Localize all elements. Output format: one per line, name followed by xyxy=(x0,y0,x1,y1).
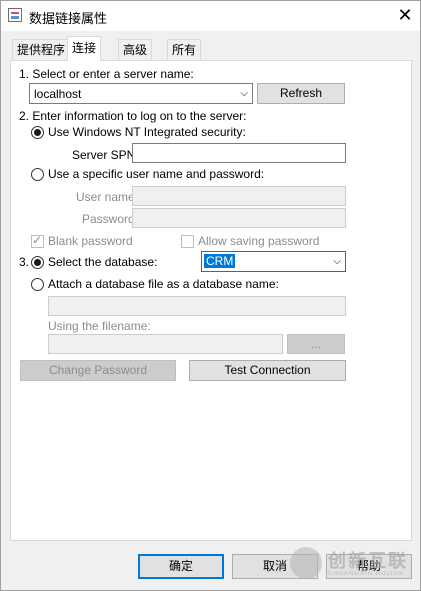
password-label: Password: xyxy=(82,212,139,226)
attach-database-label: Attach a database file as a database nam… xyxy=(48,277,279,291)
tab-connection[interactable]: 连接 xyxy=(67,36,102,61)
blank-password-checkbox[interactable]: ✓ xyxy=(31,233,44,248)
ok-button[interactable]: 确定 xyxy=(138,554,224,579)
step1-label: 1. Select or enter a server name: xyxy=(19,67,194,81)
nt-security-radio[interactable] xyxy=(31,126,44,139)
watermark: 创新互联 CHUANGXIN HULIAN xyxy=(284,541,421,589)
specific-user-label: Use a specific user name and password: xyxy=(48,167,265,181)
title-bar: 数据链接属性 ✕ xyxy=(1,1,420,31)
window-title: 数据链接属性 xyxy=(29,11,108,26)
username-input[interactable] xyxy=(132,186,346,206)
select-database-radio[interactable] xyxy=(31,256,44,269)
using-filename-label: Using the filename: xyxy=(48,319,151,333)
data-link-icon xyxy=(8,8,22,22)
attach-database-input[interactable] xyxy=(48,296,346,316)
database-value: CRM xyxy=(204,254,236,268)
tab-provider[interactable]: 提供程序 xyxy=(12,39,71,60)
tab-advanced[interactable]: 高级 xyxy=(118,39,153,60)
change-password-button[interactable]: Change Password xyxy=(20,360,176,381)
specific-user-radio[interactable] xyxy=(31,168,44,181)
select-database-label: Select the database: xyxy=(48,255,158,269)
refresh-button[interactable]: Refresh xyxy=(257,83,345,104)
test-connection-button[interactable]: Test Connection xyxy=(189,360,346,381)
allow-saving-password-checkbox[interactable] xyxy=(181,235,194,248)
browse-button[interactable]: ... xyxy=(287,334,345,354)
close-button[interactable]: ✕ xyxy=(390,1,420,31)
filename-input[interactable] xyxy=(48,334,283,354)
server-spn-input[interactable] xyxy=(132,143,346,163)
server-name-value: localhost xyxy=(34,87,82,101)
watermark-subtext: CHUANGXIN HULIAN xyxy=(328,571,404,577)
attach-database-radio[interactable] xyxy=(31,278,44,291)
server-spn-label: Server SPN: xyxy=(72,148,139,162)
watermark-text: 创新互联 xyxy=(328,551,408,571)
database-combobox[interactable]: CRM ⌵ xyxy=(201,251,346,272)
chevron-down-icon[interactable]: ⌵ xyxy=(240,88,248,99)
chevron-down-icon[interactable]: ⌵ xyxy=(333,256,341,267)
username-label: User name: xyxy=(76,190,139,204)
dialog-window: 数据链接属性 ✕ 提供程序 连接 高级 所有 1. Select or ente… xyxy=(0,0,421,591)
tab-all[interactable]: 所有 xyxy=(167,39,202,60)
watermark-logo-icon xyxy=(290,547,322,579)
password-input[interactable] xyxy=(132,208,346,228)
step2-label: 2. Enter information to log on to the se… xyxy=(19,109,247,123)
checkmark-icon: ✓ xyxy=(32,233,43,247)
blank-password-label: Blank password xyxy=(48,234,133,248)
step3-number: 3. xyxy=(19,255,30,269)
allow-saving-password-label: Allow saving password xyxy=(198,234,320,248)
nt-security-label: Use Windows NT Integrated security: xyxy=(48,125,246,139)
server-name-combobox[interactable]: localhost ⌵ xyxy=(29,83,253,104)
